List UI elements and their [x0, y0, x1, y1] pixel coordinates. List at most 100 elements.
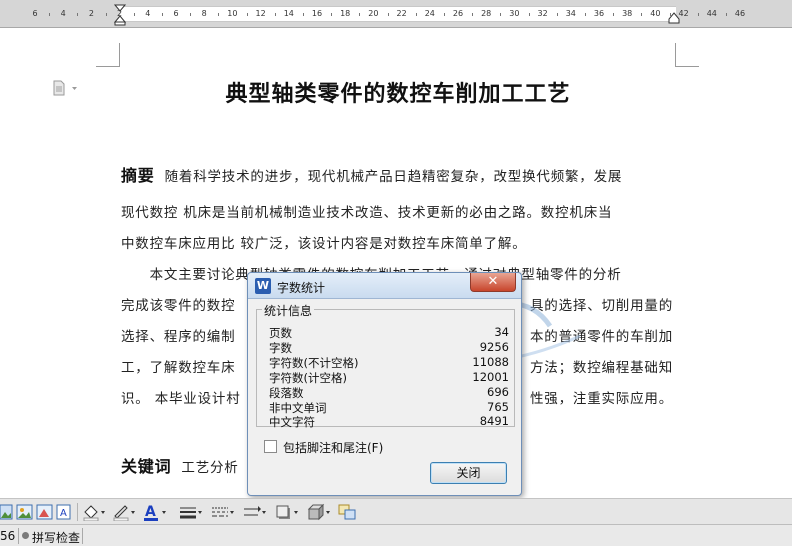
clipart-icon[interactable] — [36, 503, 54, 521]
ruler-tick — [274, 13, 276, 16]
ruler-label: 36 — [593, 9, 605, 18]
ruler-label: 28 — [481, 9, 492, 18]
ruler-label: 22 — [396, 9, 407, 18]
ruler-label: 6 — [173, 9, 179, 18]
insert-picture-icon[interactable] — [16, 503, 34, 521]
paragraph-text: 具的选择、切削用量的 — [530, 298, 673, 314]
stat-label: 字符数(不计空格) — [269, 356, 359, 370]
ruler-label: 32 — [537, 9, 548, 18]
stat-row-chars-no-spaces: 字符数(不计空格) 11088 — [269, 355, 509, 370]
paragraph-text: 现代数控 机床是当前机械制造业技术改造、技术更新的必由之路。数控机床当 — [121, 205, 613, 221]
ruler-label: 30 — [509, 9, 520, 18]
stat-label: 段落数 — [269, 386, 304, 400]
stat-value: 696 — [487, 385, 509, 399]
stat-value: 8491 — [479, 414, 509, 428]
line-style-icon[interactable] — [178, 503, 204, 521]
stat-value: 765 — [487, 400, 509, 414]
ruler-label: 14 — [283, 9, 294, 18]
svg-text:A: A — [60, 508, 67, 519]
line-color-icon[interactable] — [112, 503, 136, 521]
spell-check-icon — [22, 532, 29, 539]
paragraph-text: 中数控车床应用比 较广泛，该设计内容是对数控车床简单了解。 — [121, 236, 527, 252]
ruler-label: 46 — [734, 9, 746, 18]
ruler-tick — [415, 13, 417, 16]
ruler-tick — [500, 13, 502, 16]
ruler-label: 24 — [424, 9, 435, 18]
margin-corner-top-right — [675, 43, 699, 67]
stat-label: 字符数(计空格) — [269, 371, 347, 385]
stat-row-paragraphs: 段落数 696 — [269, 385, 509, 400]
ruler-label: 20 — [368, 9, 379, 18]
ruler-tick — [472, 13, 474, 16]
ruler-label: 10 — [227, 9, 238, 18]
stat-value: 9256 — [479, 340, 509, 354]
close-button[interactable]: 关闭 — [430, 462, 507, 484]
ruler-label: 40 — [650, 9, 661, 18]
spell-check-status[interactable]: 拼写检查 — [32, 529, 80, 546]
text-box-icon[interactable]: A — [56, 503, 72, 521]
abstract-line-1: 摘要 随着科学技术的进步，现代机械产品日趋精密复杂，改型换代频繁，发展 — [121, 162, 677, 186]
3d-effect-icon[interactable] — [306, 503, 332, 521]
paragraph-text: 随着科学技术的进步，现代机械产品日趋精密复杂，改型换代频繁，发展 — [164, 169, 623, 185]
ruler-tick — [246, 13, 248, 16]
word-count-dialog: W 字数统计 ✕ 统计信息 页数 34 字数 9256 字符数(不计空格) 11… — [247, 272, 522, 496]
ruler-tick — [697, 13, 699, 16]
ruler-tick — [77, 13, 79, 16]
stat-row-chars-with-spaces: 字符数(计空格) 12001 — [269, 370, 509, 385]
drawing-toolbar: A A — [0, 498, 792, 524]
arrow-style-icon[interactable] — [242, 503, 268, 521]
status-page-indicator[interactable]: 56 — [0, 529, 15, 543]
stat-label: 字数 — [269, 341, 292, 355]
stat-row-non-chinese-words: 非中文单词 765 — [269, 400, 509, 415]
ruler-label: 18 — [340, 9, 351, 18]
ruler-tick — [528, 13, 530, 16]
stat-value: 11088 — [472, 355, 509, 369]
ruler-tick — [218, 13, 220, 16]
dialog-titlebar[interactable]: W 字数统计 ✕ — [248, 273, 521, 299]
dialog-close-button[interactable]: ✕ — [470, 273, 516, 292]
dialog-title: 字数统计 — [277, 281, 326, 295]
insert-image-icon[interactable] — [0, 503, 14, 521]
select-objects-icon[interactable] — [338, 503, 358, 521]
include-footnotes-checkbox[interactable] — [264, 440, 277, 453]
horizontal-ruler[interactable]: 6 4 2 2 4 6 8 10 12 14 16 18 20 22 24 26 28 30 32 34 36 38 40 4… — [0, 0, 792, 28]
word-processor-window: 6 4 2 2 4 6 8 10 12 14 16 18 20 22 24 26 28 30 32 34 36 38 40 4… — [0, 0, 792, 546]
status-separator — [82, 528, 83, 544]
stat-row-chinese-chars: 中文字符 8491 — [269, 414, 509, 429]
ruler-label: 8 — [201, 9, 207, 18]
ruler-label: 2 — [88, 9, 94, 18]
status-bar: 56 拼写检查 — [0, 524, 792, 546]
svg-text:A: A — [145, 504, 156, 520]
ruler-tick — [359, 13, 361, 16]
status-separator — [18, 528, 19, 544]
ruler-tick — [133, 13, 135, 16]
first-line-indent-marker-icon[interactable] — [114, 4, 126, 26]
font-color-icon[interactable]: A — [142, 503, 168, 521]
ruler-tick — [613, 13, 615, 16]
ruler-label: 38 — [622, 9, 633, 18]
group-label: 统计信息 — [262, 302, 315, 319]
shadow-icon[interactable] — [274, 503, 300, 521]
ruler-tick — [387, 13, 389, 16]
ruler-tick — [302, 13, 304, 16]
ruler-label: 4 — [145, 9, 151, 18]
document-icon[interactable] — [52, 80, 78, 96]
ruler-tick — [331, 13, 333, 16]
paragraph-text: 工艺分析 — [181, 460, 239, 476]
include-footnotes-label[interactable]: 包括脚注和尾注(F) — [283, 439, 383, 456]
fill-color-icon[interactable] — [82, 503, 106, 521]
ruler-tick — [584, 13, 586, 16]
ruler-tick — [641, 13, 643, 16]
ruler-label: 4 — [60, 9, 66, 18]
wps-app-icon: W — [255, 278, 271, 294]
stat-row-pages: 页数 34 — [269, 325, 509, 340]
dash-style-icon[interactable] — [210, 503, 236, 521]
ruler-label: 34 — [565, 9, 576, 18]
ruler-tick — [105, 13, 107, 16]
right-indent-marker-icon[interactable] — [668, 12, 680, 24]
stat-value: 34 — [494, 325, 509, 339]
ruler-tick — [161, 13, 163, 16]
keywords-keyword: 关键词 — [121, 457, 172, 476]
ruler-label: 26 — [452, 9, 464, 18]
ruler-label: 44 — [706, 9, 717, 18]
